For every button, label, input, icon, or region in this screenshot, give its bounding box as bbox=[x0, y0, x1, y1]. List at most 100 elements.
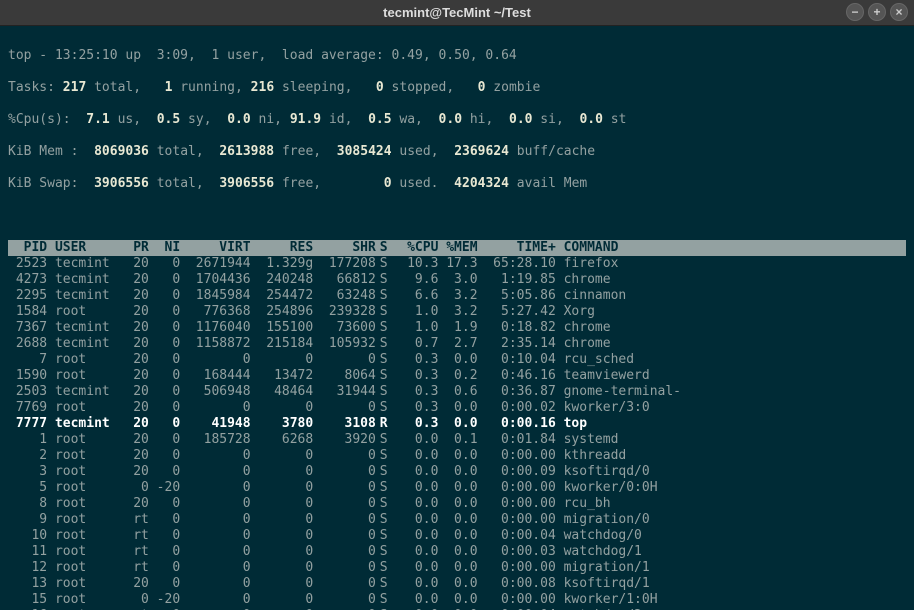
process-row: 4273tecmint200170443624024866812S9.63.01… bbox=[8, 272, 906, 288]
cell-user: root bbox=[47, 528, 117, 544]
cell-virt: 0 bbox=[180, 560, 250, 576]
cell-s: S bbox=[376, 400, 392, 416]
cell-cmd: ksoftirqd/1 bbox=[556, 576, 650, 592]
cell-shr: 0 bbox=[313, 544, 376, 560]
cell-ni: 0 bbox=[149, 320, 180, 336]
cell-pr: 20 bbox=[118, 416, 149, 432]
cell-ni: 0 bbox=[149, 416, 180, 432]
cell-cpu: 10.3 bbox=[391, 256, 438, 272]
cell-pr: 20 bbox=[118, 432, 149, 448]
cell-s: S bbox=[376, 496, 392, 512]
cell-pid: 7777 bbox=[8, 416, 47, 432]
cell-time: 0:00.04 bbox=[478, 528, 556, 544]
process-row: 10rootrt0000S0.00.00:00.04watchdog/0 bbox=[8, 528, 906, 544]
cell-ni: 0 bbox=[149, 304, 180, 320]
cell-res: 0 bbox=[251, 592, 314, 608]
cell-res: 155100 bbox=[251, 320, 314, 336]
cell-res: 0 bbox=[251, 512, 314, 528]
cell-mem: 3.0 bbox=[438, 272, 477, 288]
cell-virt: 41948 bbox=[180, 416, 250, 432]
cell-ni: 0 bbox=[149, 464, 180, 480]
cell-res: 0 bbox=[251, 496, 314, 512]
cell-ni: 0 bbox=[149, 544, 180, 560]
blank-line bbox=[8, 208, 906, 224]
cell-mem: 3.2 bbox=[438, 288, 477, 304]
cell-virt: 1158872 bbox=[180, 336, 250, 352]
cell-pid: 2 bbox=[8, 448, 47, 464]
cell-cpu: 0.0 bbox=[391, 576, 438, 592]
cell-ni: 0 bbox=[149, 560, 180, 576]
cell-ni: -20 bbox=[149, 592, 180, 608]
cell-res: 1.329g bbox=[251, 256, 314, 272]
cell-cmd: watchdog/1 bbox=[556, 544, 642, 560]
process-row: 2295tecmint200184598425447263248S6.63.25… bbox=[8, 288, 906, 304]
cell-mem: 0.0 bbox=[438, 592, 477, 608]
process-row: 15root0-20000S0.00.00:00.00kworker/1:0H bbox=[8, 592, 906, 608]
cell-cmd: migration/1 bbox=[556, 560, 650, 576]
maximize-button[interactable]: + bbox=[868, 3, 886, 21]
cell-pid: 13 bbox=[8, 576, 47, 592]
cell-pid: 1590 bbox=[8, 368, 47, 384]
cell-cmd: cinnamon bbox=[556, 288, 626, 304]
cell-res: 0 bbox=[251, 464, 314, 480]
cell-shr: 73600 bbox=[313, 320, 376, 336]
cell-mem: 0.2 bbox=[438, 368, 477, 384]
cell-pr: 20 bbox=[118, 320, 149, 336]
cell-user: tecmint bbox=[47, 256, 117, 272]
cell-virt: 1176040 bbox=[180, 320, 250, 336]
cell-shr: 0 bbox=[313, 496, 376, 512]
cell-pid: 7769 bbox=[8, 400, 47, 416]
cell-s: S bbox=[376, 368, 392, 384]
cell-shr: 105932 bbox=[313, 336, 376, 352]
cell-res: 215184 bbox=[251, 336, 314, 352]
cell-cpu: 0.3 bbox=[391, 416, 438, 432]
cell-cpu: 0.3 bbox=[391, 368, 438, 384]
cell-cpu: 0.0 bbox=[391, 512, 438, 528]
cell-s: S bbox=[376, 320, 392, 336]
cell-time: 65:28.10 bbox=[478, 256, 556, 272]
cell-s: S bbox=[376, 528, 392, 544]
cell-time: 0:00.08 bbox=[478, 576, 556, 592]
process-row: 11rootrt0000S0.00.00:00.03watchdog/1 bbox=[8, 544, 906, 560]
cell-mem: 0.0 bbox=[438, 400, 477, 416]
minimize-button[interactable]: − bbox=[846, 3, 864, 21]
cell-user: tecmint bbox=[47, 272, 117, 288]
cell-time: 1:19.85 bbox=[478, 272, 556, 288]
cell-mem: 0.0 bbox=[438, 480, 477, 496]
cell-s: S bbox=[376, 464, 392, 480]
cell-pr: 20 bbox=[118, 464, 149, 480]
cell-time: 2:35.14 bbox=[478, 336, 556, 352]
cell-cpu: 0.0 bbox=[391, 432, 438, 448]
cell-s: S bbox=[376, 288, 392, 304]
process-row: 12rootrt0000S0.00.00:00.00migration/1 bbox=[8, 560, 906, 576]
process-row: 1584root200776368254896239328S1.03.25:27… bbox=[8, 304, 906, 320]
cell-shr: 0 bbox=[313, 480, 376, 496]
cell-time: 0:01.84 bbox=[478, 432, 556, 448]
close-button[interactable]: × bbox=[890, 3, 908, 21]
cell-virt: 0 bbox=[180, 528, 250, 544]
cell-virt: 776368 bbox=[180, 304, 250, 320]
cell-user: root bbox=[47, 368, 117, 384]
cell-pid: 5 bbox=[8, 480, 47, 496]
cell-cpu: 0.0 bbox=[391, 528, 438, 544]
terminal-output[interactable]: top - 13:25:10 up 3:09, 1 user, load ave… bbox=[0, 26, 914, 610]
cell-res: 48464 bbox=[251, 384, 314, 400]
cell-shr: 3920 bbox=[313, 432, 376, 448]
cell-cpu: 0.3 bbox=[391, 384, 438, 400]
cell-virt: 1704436 bbox=[180, 272, 250, 288]
cell-time: 0:00.00 bbox=[478, 560, 556, 576]
top-summary-mem: KiB Mem : 8069036 total, 2613988 free, 3… bbox=[8, 144, 906, 160]
cell-mem: 1.9 bbox=[438, 320, 477, 336]
cell-pr: 0 bbox=[118, 592, 149, 608]
cell-time: 0:00.02 bbox=[478, 400, 556, 416]
cell-ni: 0 bbox=[149, 272, 180, 288]
cell-s: S bbox=[376, 448, 392, 464]
cell-pr: 20 bbox=[118, 400, 149, 416]
cell-s: S bbox=[376, 304, 392, 320]
cell-shr: 8064 bbox=[313, 368, 376, 384]
cell-virt: 0 bbox=[180, 480, 250, 496]
cell-cmd: chrome bbox=[556, 336, 611, 352]
cell-user: tecmint bbox=[47, 416, 117, 432]
cell-user: root bbox=[47, 560, 117, 576]
cell-ni: 0 bbox=[149, 384, 180, 400]
